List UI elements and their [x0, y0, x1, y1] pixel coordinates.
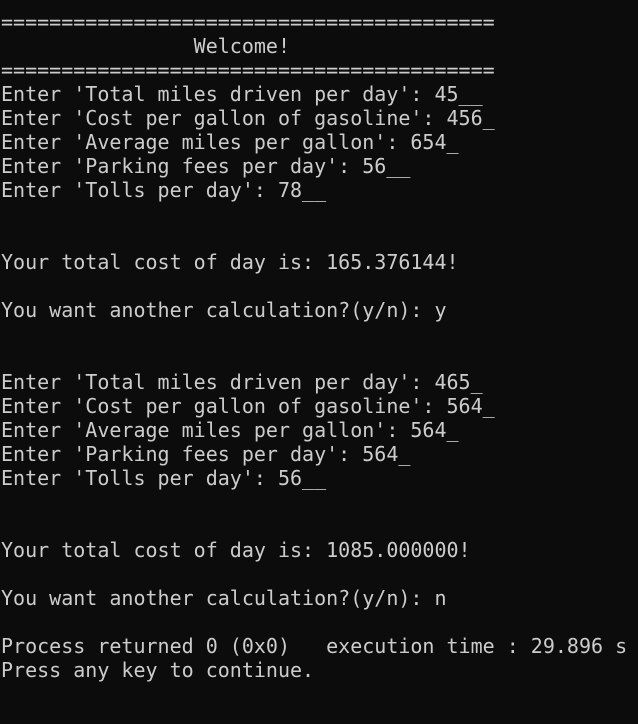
- prompt-gas-cost-line: Enter 'Cost per gallon of gasoline': 456…: [1, 106, 495, 130]
- separator-line: ========================================…: [1, 58, 495, 82]
- prompt-gas-cost-line: Enter 'Cost per gallon of gasoline': 564…: [1, 394, 495, 418]
- result-line: Your total cost of day is: 165.376144!: [1, 250, 459, 274]
- prompt-mpg-line: Enter 'Average miles per gallon': 654_: [1, 130, 459, 154]
- process-status-line: Process returned 0 (0x0) execution time …: [1, 634, 628, 658]
- prompt-miles-line: Enter 'Total miles driven per day': 465_: [1, 370, 483, 394]
- continue-prompt-line: You want another calculation?(y/n): n: [1, 586, 447, 610]
- prompt-tolls-line: Enter 'Tolls per day': 78__: [1, 178, 327, 202]
- welcome-text: Welcome!: [1, 34, 290, 58]
- continue-prompt-line: You want another calculation?(y/n): y: [1, 298, 447, 322]
- console-output[interactable]: ========================================…: [0, 0, 638, 724]
- prompt-mpg-line: Enter 'Average miles per gallon': 564_: [1, 418, 459, 442]
- prompt-parking-line: Enter 'Parking fees per day': 56__: [1, 154, 411, 178]
- prompt-parking-line: Enter 'Parking fees per day': 564_: [1, 442, 411, 466]
- result-line: Your total cost of day is: 1085.000000!: [1, 538, 471, 562]
- press-key-line: Press any key to continue.: [1, 658, 315, 682]
- separator-line: ========================================…: [1, 10, 495, 34]
- prompt-miles-line: Enter 'Total miles driven per day': 45__: [1, 82, 483, 106]
- prompt-tolls-line: Enter 'Tolls per day': 56__: [1, 466, 327, 490]
